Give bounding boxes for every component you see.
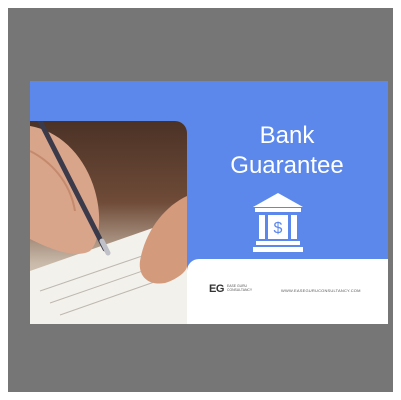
banner-footer: EG Ease Guru Consultancy WWW.EASEGURUCON… [187, 259, 388, 324]
company-name: Ease Guru Consultancy [227, 284, 253, 292]
title-line-2: Guarantee [230, 152, 344, 179]
bank-guarantee-banner: Bank Guarantee $ EG Ease Guru Consultanc… [30, 81, 388, 324]
bank-dollar-icon: $ [253, 193, 303, 252]
website-url: WWW.EASEGURUCONSULTANCY.COM [281, 288, 361, 293]
company-logo: EG [209, 283, 224, 295]
left-hand [30, 126, 100, 254]
signing-photo [30, 121, 187, 324]
banner-title: Bank Guarantee [212, 121, 362, 181]
signing-hands-illustration [30, 121, 187, 324]
right-hand [139, 196, 187, 284]
svg-text:$: $ [274, 220, 283, 237]
title-line-1: Bank [259, 122, 315, 149]
